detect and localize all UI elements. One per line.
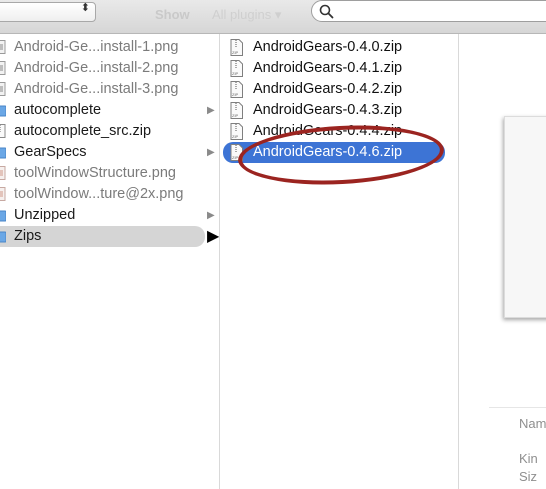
zip-file-icon: ZIP — [230, 123, 243, 140]
zip-file-icon: ZIP — [230, 39, 243, 56]
toolbar: ⬍ Show All plugins ▾ — [0, 0, 546, 34]
list-item[interactable]: ZIP AndroidGears-0.4.1.zip — [220, 58, 458, 79]
info-size-label: Siz — [519, 469, 538, 484]
image-file-icon — [0, 82, 6, 96]
list-item[interactable]: ZIP AndroidGears-0.4.4.zip — [220, 121, 458, 142]
list-item[interactable]: Android-Ge...install-2.png — [0, 58, 219, 79]
list-item[interactable]: autocomplete_src.zip — [0, 121, 219, 142]
list-item-label: autocomplete_src.zip — [14, 123, 152, 139]
svg-text:ZIP: ZIP — [232, 134, 239, 139]
file-preview-thumbnail — [504, 116, 546, 318]
image-file-icon — [0, 166, 6, 180]
list-item-folder[interactable]: GearSpecs ▶ — [0, 142, 219, 163]
svg-text:ZIP: ZIP — [232, 50, 239, 55]
chevron-right-icon: ▶ — [207, 147, 215, 158]
svg-text:ZIP: ZIP — [232, 155, 239, 160]
chevron-right-icon: ▶ — [207, 105, 215, 116]
path-popup-button[interactable]: ⬍ — [0, 2, 96, 22]
list-item[interactable]: ZIP AndroidGears-0.4.2.zip — [220, 79, 458, 100]
list-item[interactable]: ZIP AndroidGears-0.4.3.zip — [220, 100, 458, 121]
zip-file-icon — [0, 124, 6, 138]
chevron-right-icon: ▶ — [207, 210, 215, 221]
image-file-icon — [0, 61, 6, 75]
zip-file-icon: ZIP — [230, 60, 243, 77]
list-item-folder[interactable]: autocomplete ▶ — [0, 100, 219, 121]
list-item-label: GearSpecs — [14, 144, 87, 160]
chevron-right-icon: ▶ — [207, 228, 220, 245]
list-item-label: Zips — [14, 228, 42, 244]
list-item-label: Android-Ge...install-3.png — [14, 81, 179, 97]
image-file-icon — [0, 40, 6, 54]
show-filter-select[interactable]: All plugins ▾ — [212, 7, 281, 23]
list-item-label: Android-Ge...install-2.png — [14, 60, 179, 76]
list-item-label: AndroidGears-0.4.2.zip — [253, 81, 403, 97]
search-input[interactable] — [311, 0, 546, 22]
list-item[interactable]: toolWindow...ture@2x.png — [0, 184, 219, 205]
list-item[interactable]: toolWindowStructure.png — [0, 163, 219, 184]
browser-column-files[interactable]: ZIP AndroidGears-0.4.0.zip ZIP AndroidGe… — [220, 34, 458, 489]
svg-text:ZIP: ZIP — [232, 113, 239, 118]
list-item-label: AndroidGears-0.4.4.zip — [253, 123, 403, 139]
list-item-folder[interactable]: Unzipped ▶ — [0, 205, 219, 226]
list-item-label: AndroidGears-0.4.1.zip — [253, 60, 403, 76]
column-divider[interactable] — [458, 34, 459, 489]
list-item-label: autocomplete — [14, 102, 102, 118]
folder-icon — [0, 231, 6, 243]
list-item-selected[interactable]: ZIP AndroidGears-0.4.6.zip — [223, 142, 445, 163]
list-item-label: AndroidGears-0.4.6.zip — [253, 144, 403, 160]
show-label: Show — [155, 7, 190, 22]
list-item-folder-selected[interactable]: Zips — [0, 226, 205, 247]
list-item-label: Android-Ge...install-1.png — [14, 39, 179, 55]
search-icon — [319, 4, 334, 19]
list-item[interactable]: ZIP AndroidGears-0.4.0.zip — [220, 37, 458, 58]
info-divider — [489, 407, 546, 408]
svg-text:ZIP: ZIP — [232, 71, 239, 76]
folder-icon — [0, 105, 6, 117]
browser-column-parent[interactable]: Android-Ge...install-1.png Android-Ge...… — [0, 34, 219, 489]
list-item-label: AndroidGears-0.4.3.zip — [253, 102, 403, 118]
svg-text:ZIP: ZIP — [232, 92, 239, 97]
list-item-label: toolWindow...ture@2x.png — [14, 186, 184, 202]
list-item-label: toolWindowStructure.png — [14, 165, 176, 181]
folder-icon — [0, 210, 6, 222]
zip-file-icon: ZIP — [230, 102, 243, 119]
list-item[interactable]: Android-Ge...install-3.png — [0, 79, 219, 100]
list-item-label: AndroidGears-0.4.0.zip — [253, 39, 403, 55]
zip-file-icon: ZIP — [230, 81, 243, 98]
image-file-icon — [0, 187, 6, 201]
info-kind-label: Kin — [519, 451, 538, 466]
updown-arrows-icon: ⬍ — [80, 2, 90, 14]
list-item[interactable]: Android-Ge...install-1.png — [0, 37, 219, 58]
zip-file-icon: ZIP — [230, 144, 243, 161]
folder-icon — [0, 147, 6, 159]
info-name-label: Nam — [519, 416, 546, 431]
list-item-label: Unzipped — [14, 207, 76, 223]
